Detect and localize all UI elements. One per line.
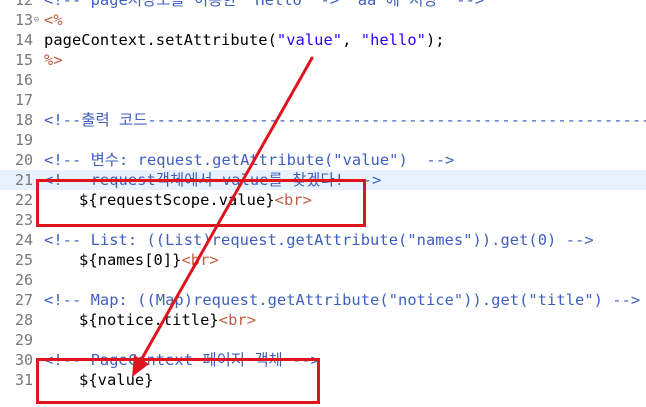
code-token: pageContext.setAttribute( bbox=[44, 31, 277, 49]
code-token: ${notice.title} bbox=[79, 311, 219, 329]
line-number: 19 bbox=[14, 131, 33, 149]
code-line[interactable]: 15 %> bbox=[0, 50, 646, 70]
line-code: ${notice.title}<br> bbox=[44, 310, 256, 330]
line-number: 24 bbox=[14, 231, 33, 249]
line-code: <!-- Map: ((Map)request.getAttribute("no… bbox=[44, 290, 640, 310]
highlight-box-page-context bbox=[36, 358, 320, 404]
line-code: <!-- 변수: request.getAttribute("value") -… bbox=[44, 150, 454, 170]
code-line[interactable]: 18 <!--출력 코드-----------------------------… bbox=[0, 110, 646, 130]
line-number: 18 bbox=[14, 111, 33, 129]
line-code: ${names[0]}<br> bbox=[44, 250, 219, 270]
fold-toggle-icon bbox=[32, 290, 41, 310]
fold-toggle-icon bbox=[32, 310, 41, 330]
line-code: pageContext.setAttribute("value", "hello… bbox=[44, 30, 445, 50]
line-code: <% bbox=[44, 10, 63, 30]
code-token: <br> bbox=[181, 251, 219, 269]
code-line[interactable]: 26 bbox=[0, 270, 646, 290]
line-number: 23 bbox=[14, 211, 33, 229]
fold-toggle-icon bbox=[32, 30, 41, 50]
line-number: 16 bbox=[14, 71, 33, 89]
code-line[interactable]: 24 <!-- List: ((List)request.getAttribute… bbox=[0, 230, 646, 250]
code-line[interactable]: 20 <!-- 변수: request.getAttribute("value")… bbox=[0, 150, 646, 170]
line-number: 25 bbox=[14, 251, 33, 269]
highlight-box-request-scope bbox=[36, 179, 366, 227]
line-number: 26 bbox=[14, 271, 33, 289]
code-token: , bbox=[342, 31, 361, 49]
code-line[interactable]: 16 bbox=[0, 70, 646, 90]
line-number: 14 bbox=[14, 31, 33, 49]
fold-toggle-icon bbox=[32, 70, 41, 90]
code-line[interactable]: 12 <!-- page저장소를 이용한 Hello -> aa 에 저장 --> bbox=[0, 0, 646, 10]
line-number: 15 bbox=[14, 51, 33, 69]
fold-toggle-icon bbox=[32, 250, 41, 270]
code-line[interactable]: 27 <!-- Map: ((Map)request.getAttribute("… bbox=[0, 290, 646, 310]
fold-toggle-icon bbox=[32, 0, 41, 10]
line-code: <!--출력 코드-------------------------------… bbox=[44, 110, 646, 130]
fold-toggle-icon bbox=[32, 230, 41, 250]
code-line[interactable]: 25 ${names[0]}<br> bbox=[0, 250, 646, 270]
line-number: 29 bbox=[14, 331, 33, 349]
line-number: 12 bbox=[14, 0, 33, 9]
line-code: %> bbox=[44, 50, 63, 70]
fold-toggle-icon bbox=[32, 110, 41, 130]
code-token: <!-- page저장소를 이용한 Hello -> aa 에 저장 --> bbox=[44, 0, 485, 9]
line-number: 20 bbox=[14, 151, 33, 169]
line-number: 31 bbox=[14, 371, 33, 389]
line-number: 17 bbox=[14, 91, 33, 109]
fold-toggle-icon bbox=[32, 90, 41, 110]
code-token: <% bbox=[44, 11, 63, 29]
line-number: 13 bbox=[14, 11, 33, 29]
code-line[interactable]: 14 pageContext.setAttribute("value", "hel… bbox=[0, 30, 646, 50]
code-line[interactable]: 29 bbox=[0, 330, 646, 350]
line-code: <!-- page저장소를 이용한 Hello -> aa 에 저장 --> bbox=[44, 0, 484, 10]
code-token: <!-- List: ((List)request.getAttribute("… bbox=[44, 231, 594, 249]
fold-toggle-icon[interactable]: ⊖ bbox=[32, 10, 41, 30]
line-number: 30 bbox=[14, 351, 33, 369]
code-token: "hello" bbox=[360, 31, 426, 49]
code-token: ); bbox=[425, 31, 445, 49]
line-code: <!-- List: ((List)request.getAttribute("… bbox=[44, 230, 594, 250]
line-number: 27 bbox=[14, 291, 33, 309]
fold-toggle-icon bbox=[32, 50, 41, 70]
code-token: <!-- Map: ((Map)request.getAttribute("no… bbox=[44, 291, 641, 309]
code-token: ${names[0]} bbox=[79, 251, 182, 269]
code-token: <!--출력 코드-------------------------------… bbox=[44, 111, 646, 129]
code-editor[interactable]: 12 <!-- page저장소를 이용한 Hello -> aa 에 저장 -->… bbox=[0, 0, 646, 407]
code-line[interactable]: 13 ⊖ <% bbox=[0, 10, 646, 30]
fold-toggle-icon bbox=[32, 150, 41, 170]
line-number: 21 bbox=[14, 171, 33, 189]
code-token: <br> bbox=[218, 311, 257, 329]
fold-toggle-icon bbox=[32, 270, 41, 290]
code-line[interactable]: 17 bbox=[0, 90, 646, 110]
line-number: 22 bbox=[14, 191, 33, 209]
code-line[interactable]: 19 bbox=[0, 130, 646, 150]
code-token: "value" bbox=[276, 31, 343, 49]
fold-toggle-icon bbox=[32, 130, 41, 150]
line-number: 28 bbox=[14, 311, 33, 329]
code-token: %> bbox=[44, 51, 63, 69]
code-token: <!-- 변수: request.getAttribute("value") -… bbox=[44, 151, 455, 169]
fold-toggle-icon bbox=[32, 330, 41, 350]
code-line[interactable]: 28 ${notice.title}<br> bbox=[0, 310, 646, 330]
